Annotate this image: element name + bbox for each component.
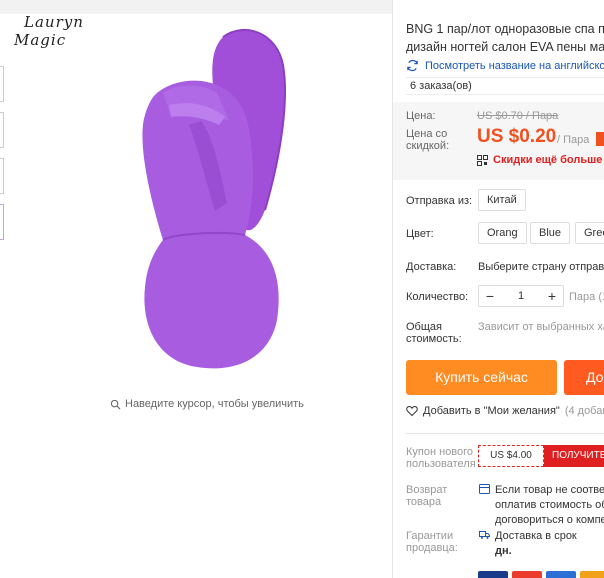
logo-line2: Magic <box>14 31 67 49</box>
more-discounts-link[interactable]: Скидки ещё больше в п <box>477 154 604 166</box>
quantity-input[interactable]: 1 <box>501 286 541 306</box>
delivery-label: Доставка: <box>406 261 457 273</box>
visa-icon <box>478 571 508 578</box>
thumbnail[interactable] <box>0 112 4 148</box>
price-label: Цена: <box>406 110 436 122</box>
discount-price-label: Цена со скидкой: <box>406 128 449 152</box>
returns-label: Возврат товара <box>406 484 447 508</box>
returns-text: Если товар не соответс оплатив стоимость… <box>495 483 604 528</box>
payment-methods <box>478 571 604 578</box>
ship-from-option[interactable]: Китай <box>478 189 526 211</box>
discount-label-line: Цена со <box>406 128 448 140</box>
orders-count: 6 заказа(ов) <box>406 77 604 95</box>
discount-price: US $0.20 <box>477 126 557 147</box>
color-option[interactable]: Gree <box>575 222 604 244</box>
coupon-label-line: Купон нового <box>406 446 474 458</box>
returns-label-line: Возврат <box>406 484 448 496</box>
coupon-amount: US $4.00 <box>478 445 544 467</box>
guarantee-label-line: продавца: <box>406 542 458 554</box>
translate-icon <box>407 59 418 72</box>
new-user-coupon-label: Купон нового пользователя <box>406 446 476 470</box>
buy-now-button[interactable]: Купить сейчас <box>406 360 557 395</box>
quantity-label: Количество: <box>406 291 469 303</box>
mastercard-icon <box>512 571 542 578</box>
color-option[interactable]: Blue <box>530 222 571 244</box>
delivery-truck-icon <box>479 531 490 539</box>
returns-label-line: товара <box>406 496 442 508</box>
get-coupon-button[interactable]: ПОЛУЧИТЕ <box>544 445 604 467</box>
price-unit: / Пара <box>557 134 590 146</box>
product-page: Lauryn Magic Наведите курсор, чтобы увел… <box>0 0 604 578</box>
product-image[interactable] <box>105 25 295 375</box>
coupon-label-line: пользователя <box>406 458 476 470</box>
maestro-icon <box>546 571 576 578</box>
wishlist-count: (4 добав <box>564 405 604 417</box>
returns-text-line: оплатив стоимость обр <box>495 499 604 511</box>
thumbnail[interactable] <box>0 66 4 102</box>
heart-icon <box>406 405 418 417</box>
total-label-line: Общая <box>406 321 442 333</box>
total-label: Общая стоимость: <box>406 321 462 345</box>
guarantee-text: Доставка в срок дн. <box>495 529 577 559</box>
qr-code-icon <box>477 154 488 166</box>
wishlist-text: Добавить в "Мои желания" <box>423 405 560 417</box>
color-label: Цвет: <box>406 228 434 240</box>
section-divider <box>406 433 604 434</box>
total-value: Зависит от выбранных хар <box>478 321 604 333</box>
quantity-increase-button[interactable]: + <box>541 286 563 306</box>
brand-logo[interactable]: Lauryn Magic <box>10 14 83 54</box>
guarantee-text-line: дн. <box>495 545 512 557</box>
product-title: BNG 1 пар/лот одноразовые спа п дизайн н… <box>406 20 604 56</box>
guarantee-text-line: Доставка в срок <box>495 530 577 542</box>
total-label-line: стоимость: <box>406 333 462 345</box>
quantity-stepper: − 1 + <box>478 285 564 307</box>
delivery-country-select[interactable]: Выберите страну отправки <box>478 261 604 273</box>
returns-icon <box>479 484 490 494</box>
returns-text-line: Если товар не соответс <box>495 484 604 496</box>
magnifier-icon <box>110 399 121 409</box>
top-strip <box>0 0 392 14</box>
add-to-cart-button[interactable]: До <box>564 360 604 395</box>
ship-from-label: Отправка из: <box>406 195 473 207</box>
more-discounts-text: Скидки ещё больше в п <box>493 154 604 166</box>
old-price: US $0.70 / Пара <box>477 110 559 122</box>
color-option[interactable]: Orang <box>478 222 527 244</box>
title-line: дизайн ногтей салон EVA пены ма <box>406 40 604 54</box>
quantity-unit: Пара (1 <box>569 291 604 303</box>
guarantee-label: Гарантии продавца: <box>406 530 458 554</box>
translate-title-link[interactable]: Посмотреть название на английско <box>406 59 604 72</box>
title-line: BNG 1 пар/лот одноразовые спа п <box>406 22 604 36</box>
zoom-hint: Наведите курсор, чтобы увеличить <box>110 398 304 410</box>
guarantee-label-line: Гарантии <box>406 530 454 542</box>
product-info-panel: BNG 1 пар/лот одноразовые спа п дизайн н… <box>393 0 604 578</box>
thumbnail[interactable] <box>0 158 4 194</box>
discount-badge <box>596 132 604 146</box>
zoom-hint-text: Наведите курсор, чтобы увеличить <box>125 398 304 410</box>
discount-label-line: скидкой: <box>406 140 450 152</box>
returns-text-line: договориться о компен <box>495 514 604 526</box>
logo-line1: Lauryn <box>24 13 84 31</box>
payment-icon <box>580 571 604 578</box>
quantity-decrease-button[interactable]: − <box>479 286 501 306</box>
add-to-wishlist-link[interactable]: Добавить в "Мои желания" (4 добав <box>406 405 604 417</box>
thumbnail-active[interactable] <box>0 204 4 240</box>
translate-link-text: Посмотреть название на английско <box>425 59 604 72</box>
